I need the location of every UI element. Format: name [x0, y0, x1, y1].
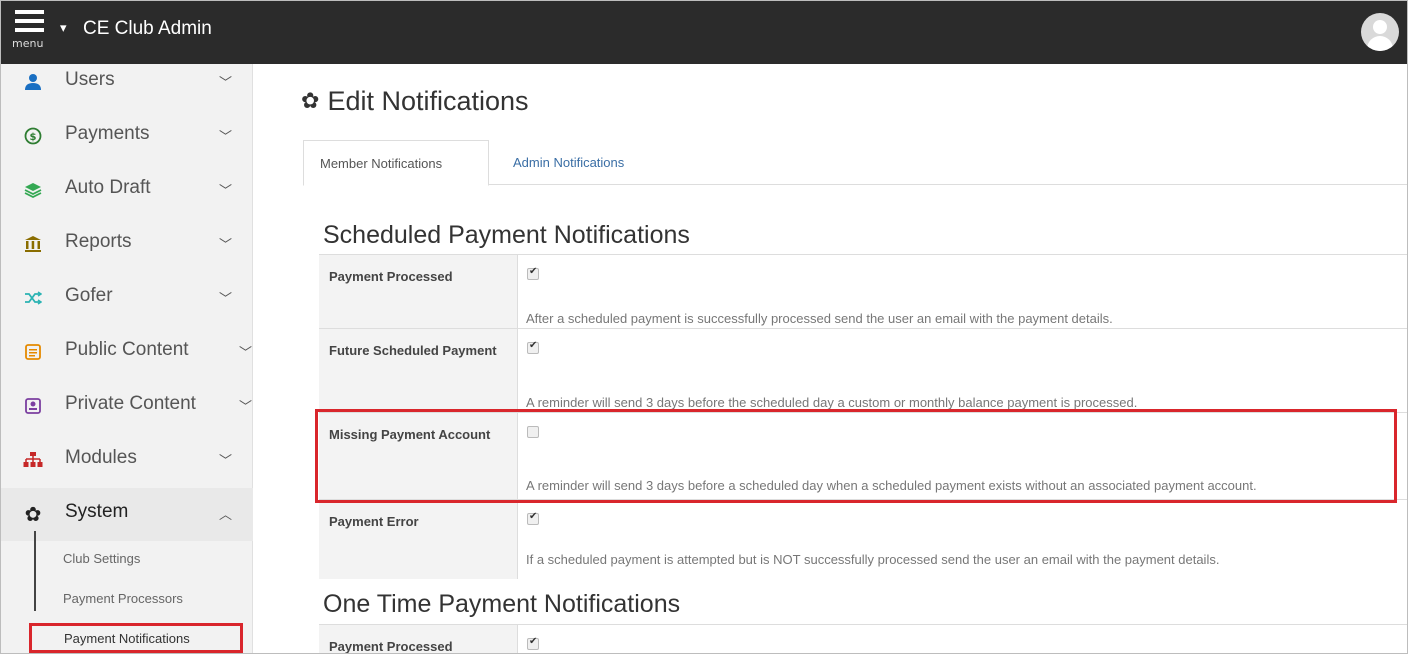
sidebar-item-auto-draft[interactable]: Auto Draft ﹀	[1, 164, 253, 217]
sidebar-subitem-payment-notifications[interactable]: Payment Notifications	[29, 623, 243, 653]
chevron-down-icon: ﹀	[239, 346, 253, 361]
chevron-down-icon: ﹀	[219, 238, 233, 253]
notification-description: If a scheduled payment is attempted but …	[526, 552, 1220, 567]
chevron-down-icon: ﹀	[219, 292, 233, 307]
top-bar: menu ▾ CE Club Admin	[1, 1, 1407, 64]
sidebar-item-gofer[interactable]: Gofer ﹀	[1, 272, 253, 325]
notification-label: Future Scheduled Payment	[329, 343, 497, 358]
chevron-down-icon[interactable]: ▾	[60, 21, 67, 36]
shuffle-icon	[23, 288, 43, 308]
sidebar-item-label: Auto Draft	[65, 177, 151, 198]
sidebar-item-label: Public Content	[65, 339, 189, 360]
chevron-up-icon: ︿	[219, 508, 233, 523]
menu-button[interactable]: menu	[7, 7, 57, 59]
tab-member-notifications[interactable]: Member Notifications	[303, 140, 489, 186]
notification-checkbox[interactable]	[527, 426, 539, 438]
layers-icon	[23, 180, 43, 200]
notification-label: Missing Payment Account	[329, 427, 491, 442]
chevron-down-icon: ﹀	[219, 454, 233, 469]
notification-description: A reminder will send 3 days before the s…	[526, 395, 1138, 410]
sidebar-item-system[interactable]: ✿ System ︿	[1, 488, 253, 541]
sidebar-item-label: System	[65, 501, 129, 522]
notification-checkbox[interactable]	[527, 266, 539, 280]
sidebar-item-payments[interactable]: $ Payments ﹀	[1, 110, 253, 163]
notification-row: Payment Processed After a scheduled paym…	[319, 254, 1407, 328]
avatar[interactable]	[1361, 13, 1399, 51]
page-title: ✿ Edit Notifications	[301, 86, 529, 117]
svg-text:$: $	[30, 132, 37, 143]
sidebar-subitem-payment-processors[interactable]: Payment Processors	[63, 591, 183, 606]
notification-row: Future Scheduled Payment A reminder will…	[319, 328, 1407, 412]
submenu-line	[34, 531, 36, 611]
sidebar-item-label: Gofer	[65, 285, 113, 306]
dollar-circle-icon: $	[23, 126, 43, 146]
page-title-text: Edit Notifications	[327, 86, 529, 116]
sidebar-subitem-club-settings[interactable]: Club Settings	[63, 551, 140, 566]
sidebar-item-users[interactable]: Users ﹀	[1, 56, 253, 109]
app-window: menu ▾ CE Club Admin Users ﹀ $ Payments …	[0, 0, 1408, 654]
notification-label: Payment Error	[329, 514, 419, 529]
chevron-down-icon: ﹀	[219, 76, 233, 91]
notification-row: Missing Payment Account A reminder will …	[319, 412, 1407, 499]
main-content: ✿ Edit Notifications Member Notifications…	[253, 64, 1407, 654]
notification-checkbox[interactable]	[527, 340, 539, 354]
tab-admin-notifications[interactable]: Admin Notifications	[497, 140, 640, 186]
notification-checkbox[interactable]	[527, 511, 539, 525]
section-title-one-time: One Time Payment Notifications	[323, 590, 681, 618]
sidebar-item-label: Payments	[65, 123, 150, 144]
chevron-down-icon: ﹀	[239, 400, 253, 415]
notification-label: Payment Processed	[329, 639, 453, 654]
sidebar-item-reports[interactable]: Reports ﹀	[1, 218, 253, 271]
app-title[interactable]: CE Club Admin	[83, 18, 212, 40]
private-document-icon	[23, 396, 43, 416]
section-title-scheduled: Scheduled Payment Notifications	[323, 221, 690, 249]
sidebar-item-modules[interactable]: Modules ﹀	[1, 434, 253, 487]
gear-icon: ✿	[24, 502, 42, 526]
document-icon	[23, 342, 43, 362]
notification-row: Payment Processed	[319, 624, 1407, 654]
bank-icon	[23, 234, 43, 254]
menu-label: menu	[12, 37, 44, 50]
user-icon	[23, 72, 43, 92]
sidebar: Users ﹀ $ Payments ﹀ Auto Draft ﹀ Report…	[1, 64, 253, 653]
gear-icon: ✿	[301, 88, 320, 113]
notification-description: After a scheduled payment is successfull…	[526, 311, 1113, 326]
notification-row: Payment Error If a scheduled payment is …	[319, 499, 1407, 579]
sidebar-item-label: Modules	[65, 447, 137, 468]
notification-label: Payment Processed	[329, 269, 453, 284]
sidebar-item-label: Reports	[65, 231, 132, 252]
sidebar-item-private-content[interactable]: Private Content ﹀	[1, 380, 253, 433]
sidebar-item-label: Private Content	[65, 393, 196, 414]
notification-description: A reminder will send 3 days before a sch…	[526, 478, 1257, 493]
sitemap-icon	[23, 450, 43, 470]
tab-bar: Member Notifications Admin Notifications	[303, 140, 1407, 186]
notification-checkbox[interactable]	[527, 636, 539, 650]
sidebar-item-public-content[interactable]: Public Content ﹀	[1, 326, 253, 379]
chevron-down-icon: ﹀	[219, 184, 233, 199]
sidebar-item-label: Users	[65, 69, 115, 90]
chevron-down-icon: ﹀	[219, 130, 233, 145]
